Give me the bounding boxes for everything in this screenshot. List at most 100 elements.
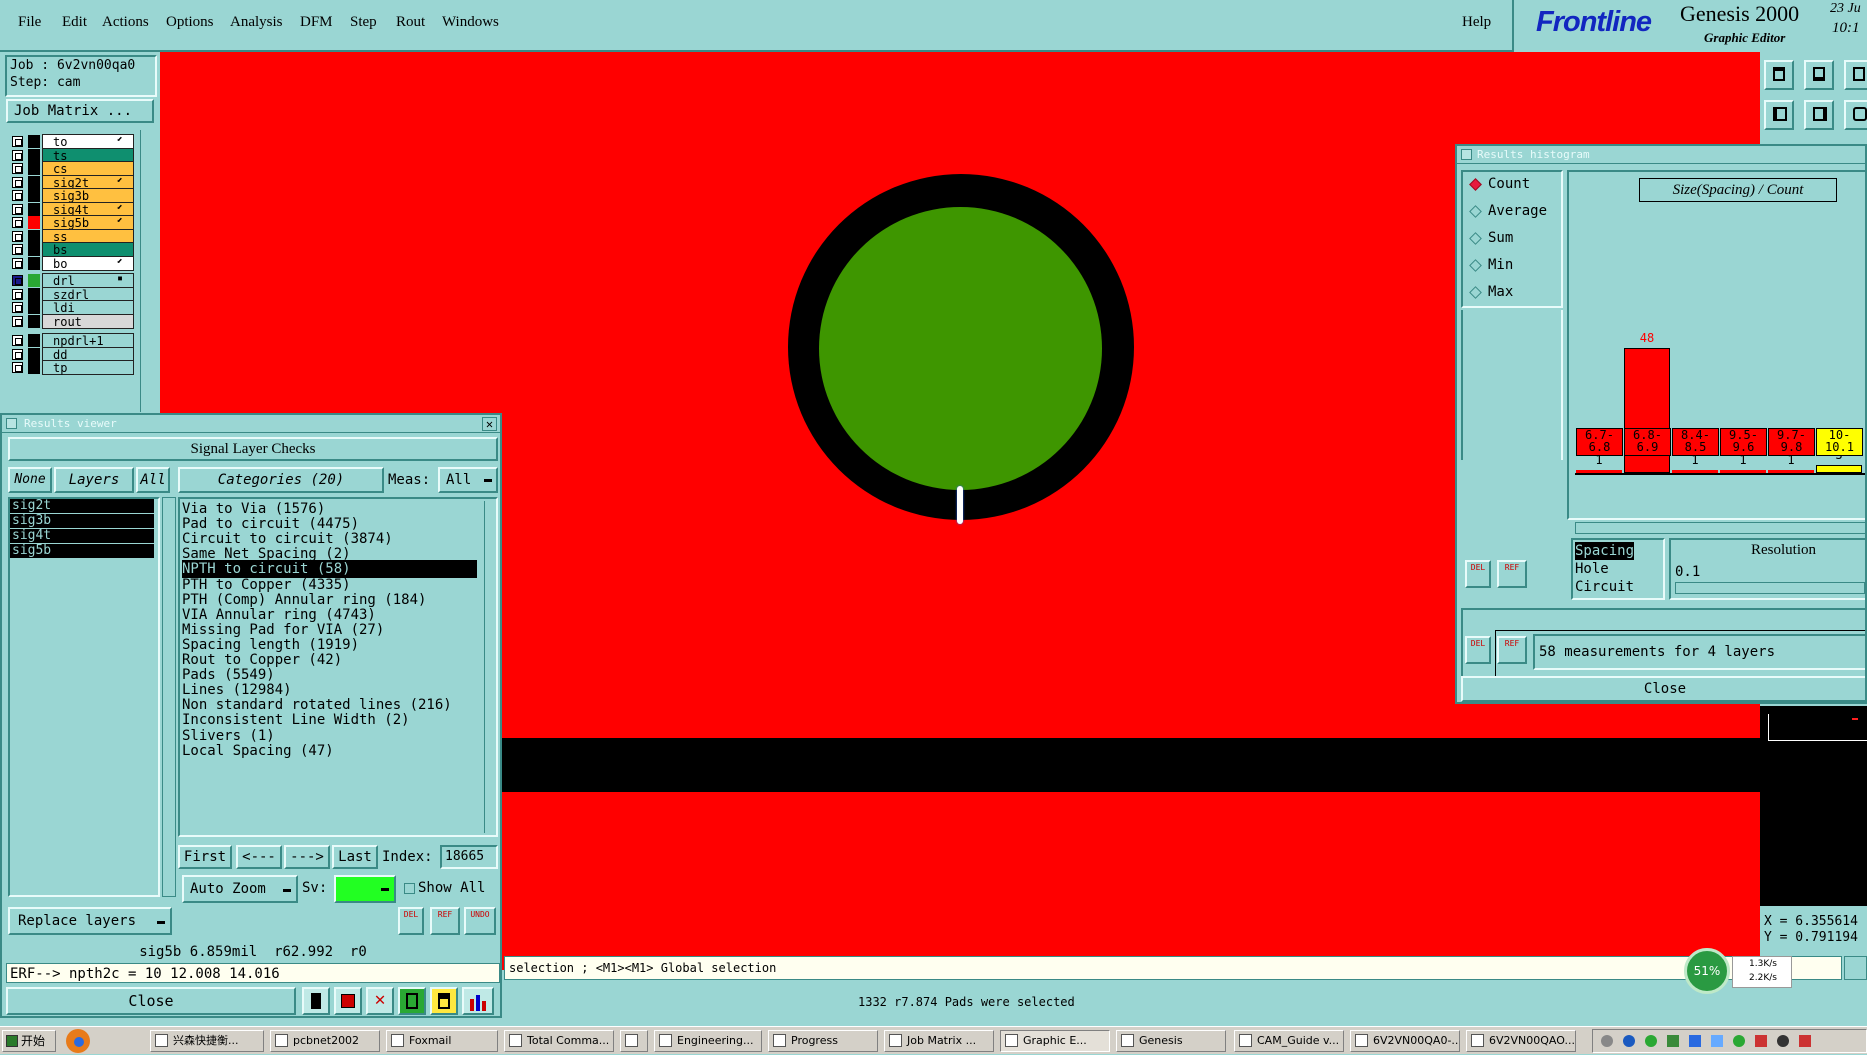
g-icon[interactable] [1755,1035,1767,1047]
histogram-tool-icon[interactable] [462,987,494,1015]
start-button[interactable]: 开始 [2,1030,56,1052]
auto-zoom-select[interactable]: Auto Zoom [182,875,298,903]
pan-right-button[interactable] [1804,100,1834,130]
histogram-close-button[interactable]: Close [1461,676,1865,702]
layers-button[interactable]: Layers [54,467,134,493]
menu-rout[interactable]: Rout [396,14,425,31]
layer-checkbox[interactable] [12,203,23,215]
taskbar-task[interactable]: Genesis [1116,1030,1226,1052]
network-meter[interactable]: 51% [1684,948,1730,994]
layer-color-swatch[interactable] [28,148,40,162]
taskbar-task[interactable]: 兴森快捷衡... [150,1030,264,1052]
highlight-tool-icon[interactable] [334,987,362,1015]
bin-label[interactable]: 9.5-9.6 [1720,428,1767,456]
edit-tool-icon[interactable] [302,987,330,1015]
taskbar-task[interactable]: Foxmail [386,1030,498,1052]
layer-color-swatch[interactable] [28,361,40,374]
layer-row[interactable]: bo ⬋ [8,255,134,271]
menu-dfm[interactable]: DFM [300,14,333,31]
type-spacing[interactable]: Spacing [1575,542,1635,560]
layer-checkbox[interactable] [12,335,23,346]
ref-button[interactable]: REF [1497,560,1527,588]
layer-color-swatch[interactable] [28,274,40,287]
window-menu-icon[interactable] [6,418,17,429]
report-tool-icon[interactable] [430,987,458,1015]
layer-checkbox[interactable] [12,362,23,373]
layer-color-swatch[interactable] [28,314,40,328]
layer-color-swatch[interactable] [28,229,40,243]
layer-color-swatch[interactable] [28,243,40,256]
layer-checkbox[interactable] [12,348,23,360]
check-tool-icon[interactable] [398,987,426,1015]
prev-button[interactable]: <--- [236,845,282,869]
layer-checkbox[interactable] [12,275,23,286]
layer-row[interactable]: rout [8,313,134,329]
zoom-home-button[interactable] [1764,60,1794,90]
speaker-icon[interactable] [1777,1035,1789,1047]
zoom-window-button[interactable] [1844,60,1867,90]
bin-label[interactable]: 10-10.1 [1816,428,1863,456]
option-count[interactable]: Count [1469,176,1530,192]
chart-hscrollbar[interactable] [1575,522,1865,534]
pan-left-button[interactable] [1764,100,1794,130]
index-field[interactable]: 18665 [440,845,498,869]
menu-windows[interactable]: Windows [442,14,499,31]
taskbar-task[interactable]: Progress [768,1030,878,1052]
taskbar-task[interactable]: Engineering... [654,1030,762,1052]
security-icon[interactable] [1733,1035,1745,1047]
layer-color-swatch[interactable] [28,287,40,301]
layer-checkbox[interactable] [12,190,23,201]
job-matrix-button[interactable]: Job Matrix ... [6,99,154,123]
layer-checkbox[interactable] [12,302,23,313]
tray-icon[interactable] [1601,1035,1613,1047]
resolution-slider[interactable] [1675,582,1865,594]
layer-color-swatch[interactable] [28,162,40,175]
menu-actions[interactable]: Actions [102,14,149,31]
layer-color-swatch[interactable] [28,256,40,270]
media-player-icon[interactable] [62,1027,98,1055]
show-all-checkbox[interactable] [404,883,415,894]
taskbar-task[interactable]: Graphic E... [1000,1030,1110,1052]
menu-edit[interactable]: Edit [62,14,87,31]
layer-name[interactable]: rout [42,313,134,329]
meas-select[interactable]: All [438,467,498,493]
first-button[interactable]: First [178,845,232,869]
close-button[interactable]: Close [6,987,296,1015]
menu-options[interactable]: Options [166,14,214,31]
layer-checkbox[interactable] [12,244,23,255]
layer-color-swatch[interactable] [28,189,40,202]
del-button[interactable]: DEL [398,907,424,935]
layer-color-swatch[interactable] [28,347,40,361]
option-max[interactable]: Max [1469,284,1513,300]
help-icon[interactable] [1623,1035,1635,1047]
taskbar-task[interactable]: CAM_Guide v... [1234,1030,1344,1052]
menu-step[interactable]: Step [350,14,377,31]
menu-help[interactable]: Help [1462,14,1491,31]
last-button[interactable]: Last [332,845,378,869]
layer-name[interactable]: tp [42,360,134,375]
selected-layer-item[interactable]: sig2t [10,499,154,513]
layer-checkbox[interactable] [12,163,23,174]
type-circuit[interactable]: Circuit [1575,578,1661,596]
network-icon[interactable] [1689,1035,1701,1047]
layer-checkbox[interactable] [12,217,23,228]
cloud-icon[interactable] [1711,1035,1723,1047]
window-menu-icon[interactable] [1461,149,1472,160]
undo-button[interactable]: UNDO [464,907,496,935]
layer-color-swatch[interactable] [28,334,40,347]
layer-checkbox[interactable] [12,149,23,161]
taskbar-task[interactable] [620,1030,648,1052]
taskbar-task[interactable]: Total Comma... [504,1030,614,1052]
shield-icon[interactable] [1645,1035,1657,1047]
layer-checkbox[interactable] [12,288,23,300]
menu-analysis[interactable]: Analysis [230,14,283,31]
ref-button[interactable]: REF [430,907,460,935]
selected-layer-item[interactable]: sig5b [10,544,154,558]
selected-layer-item[interactable]: sig3b [10,514,154,528]
layer-color-swatch[interactable] [28,135,40,148]
delete-tool-icon[interactable]: ✕ [366,987,394,1015]
results-viewer-titlebar[interactable]: Results viewer [2,415,500,433]
option-average[interactable]: Average [1469,203,1547,219]
antivirus-icon[interactable] [1799,1035,1811,1047]
all-layers-button[interactable]: All [136,467,170,493]
